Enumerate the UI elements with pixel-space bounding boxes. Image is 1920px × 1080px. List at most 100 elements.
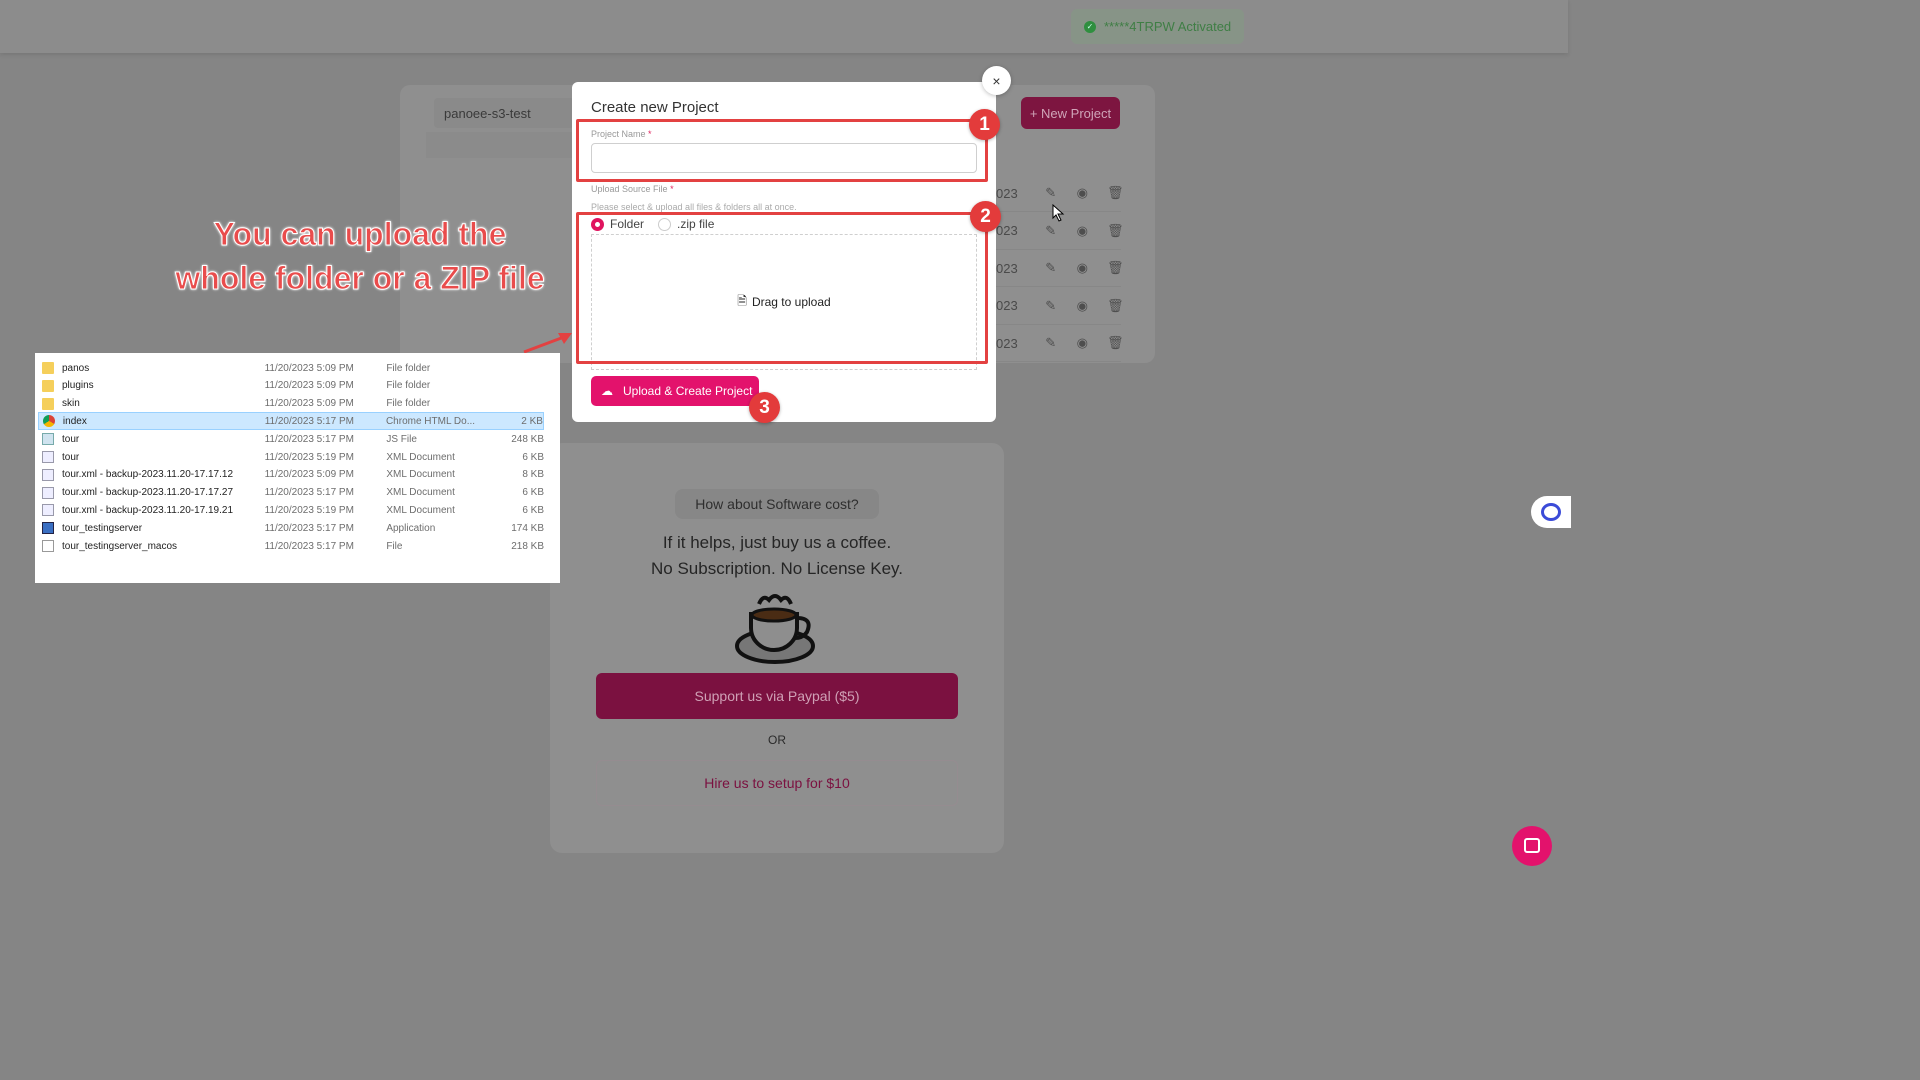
eye-icon[interactable]: ◉	[1076, 223, 1090, 239]
file-row[interactable]: tour 11/20/2023 5:19 PM XML Document 6 KB	[38, 448, 544, 466]
submit-label: Upload & Create Project	[623, 384, 753, 398]
file-size: 248 KB	[511, 433, 545, 445]
file-size: 8 KB	[522, 469, 545, 481]
file-date: 11/20/2023 5:17 PM	[264, 487, 354, 499]
highlight-box-2	[576, 212, 988, 364]
file-explorer: panos 11/20/2023 5:09 PM File folder plugin…	[35, 353, 560, 583]
file-date: 11/20/2023 5:09 PM	[264, 362, 354, 374]
edit-icon[interactable]: ✎	[1044, 260, 1058, 276]
row-date: 023	[996, 223, 1018, 238]
required-mark: *	[670, 184, 674, 194]
eye-icon[interactable]: ◉	[1076, 298, 1090, 314]
project-row: 023 ✎ ◉ 🗑	[996, 288, 1124, 325]
file-date: 11/20/2023 5:17 PM	[264, 433, 354, 445]
file-size: 6 KB	[522, 451, 545, 463]
file-type: Chrome HTML Do...	[385, 415, 476, 427]
app-icon	[42, 522, 54, 535]
project-row: 023 ✎ ◉ 🗑	[996, 250, 1124, 287]
bot-icon	[1541, 503, 1561, 521]
upload-label: Upload Source File *	[591, 184, 674, 194]
file-row[interactable]: tour.xml - backup-2023.11.20-17.17.12 11/…	[38, 466, 544, 484]
step-badge-1: 1	[969, 109, 1000, 140]
caption-line2: whole folder or a ZIP file	[175, 260, 545, 297]
pricing-text: If it helps, just buy us a coffee. No Sub…	[550, 530, 1004, 582]
file-type: XML Document	[386, 451, 455, 463]
mouse-cursor-icon	[1052, 204, 1065, 222]
paypal-button[interactable]: Support us via Paypal ($5)	[596, 673, 958, 719]
row-date: 023	[996, 335, 1018, 351]
step-badge-2: 2	[970, 201, 1001, 232]
file-row[interactable]: skin 11/20/2023 5:09 PM File folder	[38, 395, 544, 413]
trash-icon[interactable]: 🗑	[1107, 223, 1124, 239]
project-name-cell: panoee-s3-test	[434, 98, 574, 128]
file-date: 11/20/2023 5:19 PM	[264, 451, 354, 463]
pricing-question: How about Software cost?	[675, 489, 879, 519]
file-size: 2 KB	[521, 415, 543, 427]
pricing-line1: If it helps, just buy us a coffee.	[662, 533, 892, 552]
file-name: tour	[61, 451, 80, 463]
file-row[interactable]: tour 11/20/2023 5:17 PM JS File 248 KB	[38, 430, 544, 448]
file-size: 174 KB	[511, 522, 545, 534]
file-row[interactable]: tour.xml - backup-2023.11.20-17.17.27 11/…	[38, 484, 544, 502]
js-icon	[42, 433, 54, 446]
file-name: tour.xml - backup-2023.11.20-17.17.12	[61, 469, 234, 481]
xml-icon	[42, 468, 54, 481]
file-name: skin	[61, 398, 80, 410]
hire-button[interactable]: Hire us to setup for $10	[596, 760, 958, 806]
file-name: tour_testingserver_macos	[61, 540, 178, 552]
eye-icon[interactable]: ◉	[1076, 260, 1090, 276]
step-badge-3: 3	[749, 392, 780, 423]
or-divider: OR	[768, 733, 786, 747]
eye-icon[interactable]: ◉	[1076, 335, 1090, 351]
file-name: tour_testingserver	[61, 522, 143, 534]
file-row[interactable]: plugins 11/20/2023 5:09 PM File folder	[38, 377, 544, 395]
row-date: 023	[996, 298, 1018, 313]
upload-create-button[interactable]: ☁ Upload & Create Project	[591, 376, 759, 406]
trash-icon[interactable]: 🗑	[1107, 260, 1124, 276]
arrow-icon	[523, 333, 572, 354]
check-circle-icon: ✓	[1084, 20, 1096, 33]
xml-icon	[42, 451, 54, 463]
file-row[interactable]: tour.xml - backup-2023.11.20-17.19.21 11/…	[38, 501, 544, 519]
file-date: 11/20/2023 5:17 PM	[264, 540, 354, 552]
pricing-line2: No Subscription. No License Key.	[651, 559, 903, 578]
file-row[interactable]: tour_testingserver 11/20/2023 5:17 PM Appl…	[38, 519, 544, 537]
file-type: File	[386, 540, 403, 552]
file-type: JS File	[386, 433, 417, 445]
xml-icon	[42, 486, 54, 499]
file-name: index	[62, 415, 87, 427]
modal-title: Create new Project	[591, 99, 719, 116]
project-bar	[426, 132, 576, 158]
close-button[interactable]: ×	[982, 66, 1011, 95]
edit-icon[interactable]: ✎	[1044, 335, 1058, 351]
file-type: Application	[386, 522, 436, 534]
file-row[interactable]: panos 11/20/2023 5:09 PM File folder	[38, 359, 544, 377]
edit-icon[interactable]: ✎	[1044, 185, 1058, 201]
highlight-box-1	[576, 119, 988, 182]
file-row[interactable]: tour_testingserver_macos 11/20/2023 5:17 …	[38, 537, 544, 555]
file-name: tour.xml - backup-2023.11.20-17.19.21	[61, 504, 234, 516]
file-name: tour.xml - backup-2023.11.20-17.17.27	[61, 487, 234, 499]
file-row[interactable]: index 11/20/2023 5:17 PM Chrome HTML Do...…	[38, 412, 544, 431]
eye-icon[interactable]: ◉	[1076, 185, 1090, 201]
file-type: File folder	[386, 380, 431, 392]
license-text: *****4TRPW Activated	[1104, 19, 1232, 34]
annotation-caption: You can upload the whole folder or a ZIP …	[160, 212, 560, 300]
assistant-widget[interactable]	[1531, 496, 1571, 528]
trash-icon[interactable]: 🗑	[1107, 335, 1124, 351]
caption-line1: You can upload the	[213, 216, 507, 253]
new-project-button[interactable]: + New Project	[1021, 97, 1120, 129]
file-date: 11/20/2023 5:17 PM	[264, 415, 355, 427]
file-date: 11/20/2023 5:09 PM	[264, 380, 354, 392]
file-date: 11/20/2023 5:19 PM	[264, 504, 354, 516]
file-name: tour	[61, 433, 80, 445]
file-size: 6 KB	[522, 487, 545, 499]
chat-button[interactable]	[1512, 826, 1552, 866]
top-bar	[0, 0, 1568, 53]
file-date: 11/20/2023 5:09 PM	[264, 398, 354, 410]
edit-icon[interactable]: ✎	[1044, 298, 1058, 314]
row-date: 023	[996, 260, 1018, 276]
edit-icon[interactable]: ✎	[1044, 223, 1058, 239]
trash-icon[interactable]: 🗑	[1107, 185, 1124, 201]
trash-icon[interactable]: 🗑	[1107, 298, 1124, 314]
